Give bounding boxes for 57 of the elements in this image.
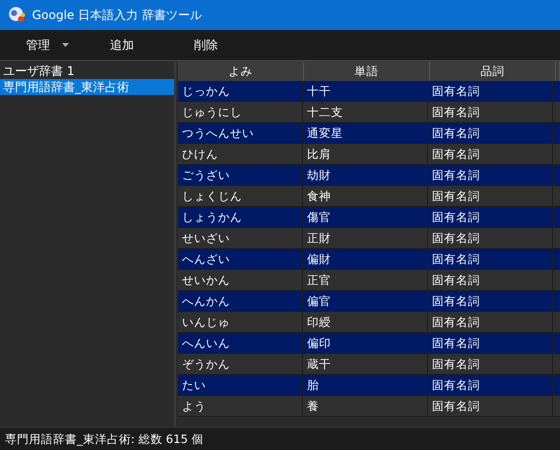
table-cell: 固有名詞 [428, 81, 553, 101]
table-cell: 通変星 [303, 123, 428, 143]
table-cell: じっかん [178, 81, 303, 101]
table-cell: せいざい [178, 228, 303, 248]
table-cell: 固有名詞 [428, 102, 553, 122]
table-cell: 養 [303, 396, 428, 416]
table-cell: 固有名詞 [428, 228, 553, 248]
sidebar-item[interactable]: ユーザ辞書 1 [0, 63, 174, 79]
app-icon [8, 6, 26, 24]
table-cell: 正官 [303, 270, 428, 290]
table-cell: 固有名詞 [428, 186, 553, 206]
table-cell: 固有名詞 [428, 249, 553, 269]
table-cell: 偏印 [303, 333, 428, 353]
toolbar-button[interactable]: 削除 [182, 32, 266, 58]
table-cell: へんかん [178, 291, 303, 311]
table-cell: 印綬 [303, 312, 428, 332]
table-cell: たい [178, 375, 303, 395]
table-cell: 固有名詞 [428, 144, 553, 164]
toolbar-button[interactable]: 追加 [98, 32, 182, 58]
table-cell: 固有名詞 [428, 123, 553, 143]
table-cell: 偏財 [303, 249, 428, 269]
table-cell: 十二支 [303, 102, 428, 122]
table-cell: 劫財 [303, 165, 428, 185]
table-cell: よう [178, 396, 303, 416]
table-cell: ひけん [178, 144, 303, 164]
table-cell: じゅうにし [178, 102, 303, 122]
table-cell: 固有名詞 [428, 375, 553, 395]
table-cell: せいかん [178, 270, 303, 290]
caret-icon [62, 43, 69, 47]
sidebar-item[interactable]: 専門用語辞書_東洋占術 [0, 79, 174, 95]
table-cell: しょくじん [178, 186, 303, 206]
table-cell: 固有名詞 [428, 396, 553, 416]
table-cell: 固有名詞 [428, 270, 553, 290]
table-cell: 固有名詞 [428, 165, 553, 185]
table-cell: ごうざい [178, 165, 303, 185]
table-cell: へんいん [178, 333, 303, 353]
table-cell: 固有名詞 [428, 207, 553, 227]
table-cell: 比肩 [303, 144, 428, 164]
table-cell: いんじゅ [178, 312, 303, 332]
table-cell: つうへんせい [178, 123, 303, 143]
table-cell: ぞうかん [178, 354, 303, 374]
table-cell: 傷官 [303, 207, 428, 227]
table-cell: しょうかん [178, 207, 303, 227]
table-cell: 蔵干 [303, 354, 428, 374]
window-title: Google 日本語入力 辞書ツール [32, 6, 202, 24]
toolbar-button[interactable]: 管理 [14, 32, 98, 58]
status-bar: 専門用語辞書_東洋占術: 総数 615 個 [0, 427, 560, 450]
table-cell: 十干 [303, 81, 428, 101]
table-cell: へんざい [178, 249, 303, 269]
table-cell: 胎 [303, 375, 428, 395]
table-cell: 偏官 [303, 291, 428, 311]
table-cell: 固有名詞 [428, 312, 553, 332]
table-cell: 固有名詞 [428, 333, 553, 353]
table-cell: 正財 [303, 228, 428, 248]
table-cell: 食神 [303, 186, 428, 206]
table-cell: 固有名詞 [428, 291, 553, 311]
table-cell: 固有名詞 [428, 354, 553, 374]
